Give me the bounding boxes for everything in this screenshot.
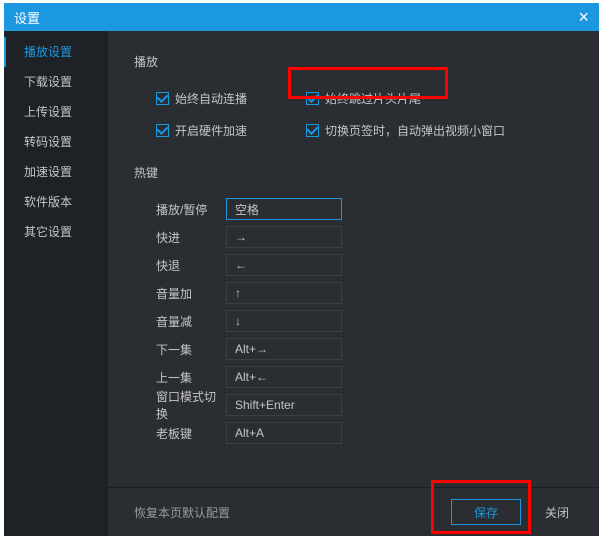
sidebar-item-download[interactable]: 下载设置 — [4, 67, 108, 97]
check-icon — [156, 124, 169, 137]
checkbox-label: 始终自动连播 — [175, 90, 247, 107]
section-playback-title: 播放 — [134, 53, 599, 70]
hotkey-label: 老板键 — [134, 425, 226, 442]
hotkey-input-backward[interactable] — [226, 254, 342, 276]
hotkey-label: 音量加 — [134, 285, 226, 302]
hotkey-input-bosskey[interactable] — [226, 422, 342, 444]
hotkey-label: 播放/暂停 — [134, 201, 226, 218]
check-icon — [156, 92, 169, 105]
sidebar-item-upload[interactable]: 上传设置 — [4, 97, 108, 127]
sidebar-item-playback[interactable]: 播放设置 — [4, 37, 108, 67]
hotkey-label: 快进 — [134, 229, 226, 246]
hotkey-label: 窗口模式切换 — [134, 388, 226, 422]
close-icon[interactable]: × — [578, 8, 589, 26]
footer: 恢复本页默认配置 保存 关闭 — [108, 488, 599, 536]
check-icon — [306, 124, 319, 137]
sidebar-item-other[interactable]: 其它设置 — [4, 217, 108, 247]
hotkey-input-window-mode[interactable] — [226, 394, 342, 416]
window-title: 设置 — [14, 8, 40, 27]
titlebar: 设置 × — [4, 3, 599, 31]
hotkey-input-prev[interactable] — [226, 366, 342, 388]
sidebar-item-version[interactable]: 软件版本 — [4, 187, 108, 217]
hotkey-input-voldown[interactable] — [226, 310, 342, 332]
hotkey-input-next[interactable] — [226, 338, 342, 360]
checkbox-popup-window[interactable]: 切换页签时，自动弹出视频小窗口 — [306, 122, 505, 139]
restore-defaults-link[interactable]: 恢复本页默认配置 — [134, 504, 230, 521]
checkbox-hw-accel[interactable]: 开启硬件加速 — [156, 122, 306, 139]
sidebar: 播放设置 下载设置 上传设置 转码设置 加速设置 软件版本 其它设置 — [4, 31, 108, 536]
hotkey-label: 快退 — [134, 257, 226, 274]
close-button[interactable]: 关闭 — [537, 500, 577, 525]
main-panel: 播放 始终自动连播 始终跳过片头片尾 开启硬件加速 切换页签 — [108, 31, 599, 536]
sidebar-item-transcode[interactable]: 转码设置 — [4, 127, 108, 157]
checkbox-label: 开启硬件加速 — [175, 122, 247, 139]
hotkey-label: 下一集 — [134, 341, 226, 358]
hotkey-input-volup[interactable] — [226, 282, 342, 304]
save-button[interactable]: 保存 — [451, 499, 521, 525]
hotkey-label: 音量减 — [134, 313, 226, 330]
hotkey-input-forward[interactable] — [226, 226, 342, 248]
checkbox-label: 始终跳过片头片尾 — [325, 90, 421, 107]
hotkey-label: 上一集 — [134, 369, 226, 386]
checkbox-autoplay[interactable]: 始终自动连播 — [156, 90, 306, 107]
hotkey-input-playpause[interactable] — [226, 198, 342, 220]
section-hotkeys-title: 热键 — [134, 164, 599, 181]
checkbox-label: 切换页签时，自动弹出视频小窗口 — [325, 122, 505, 139]
sidebar-item-accel[interactable]: 加速设置 — [4, 157, 108, 187]
checkbox-skip-intro[interactable]: 始终跳过片头片尾 — [306, 90, 421, 107]
check-icon — [306, 92, 319, 105]
